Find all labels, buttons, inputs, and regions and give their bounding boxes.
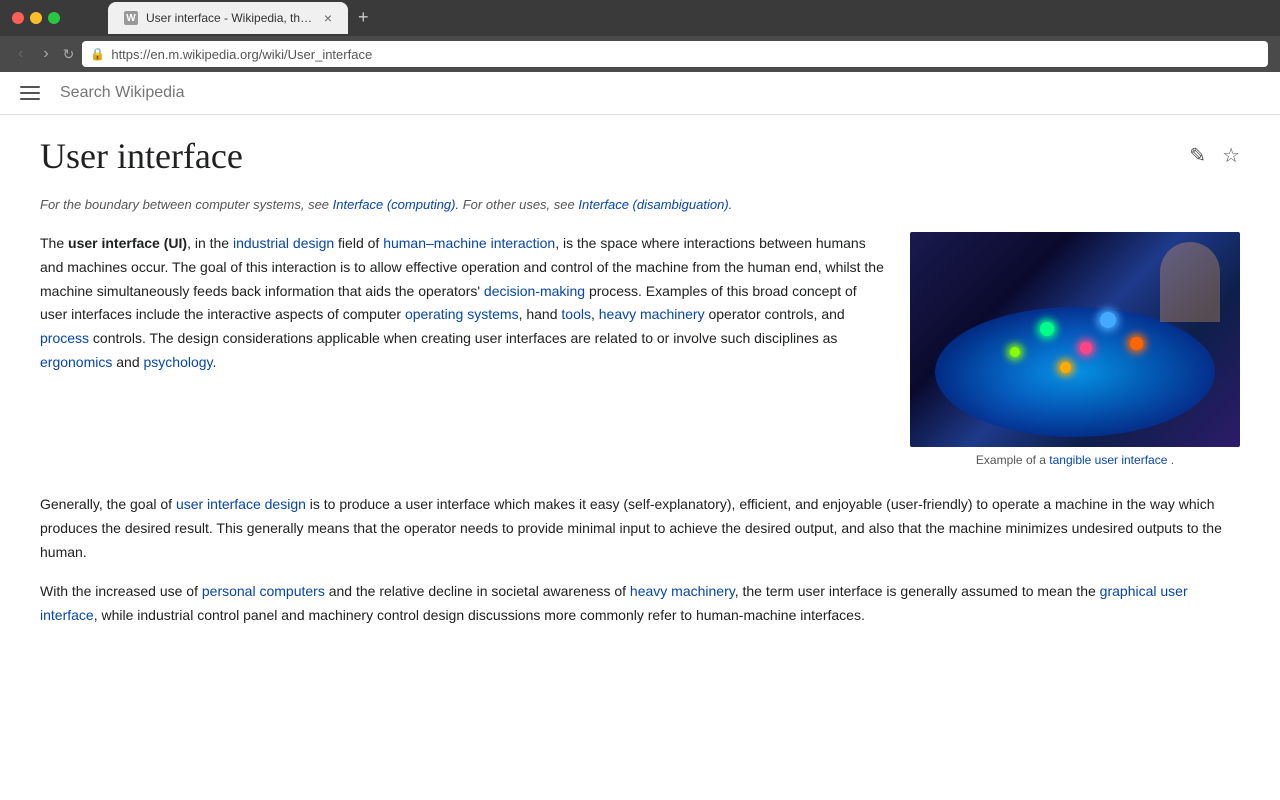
edit-button[interactable]: ✎ [1189,143,1206,168]
tab-favicon: W [124,11,138,25]
article-body-text: The user interface (UI), in the industri… [40,232,886,473]
page-title: User interface [40,135,243,177]
link-psychology[interactable]: psychology [144,354,213,370]
paragraph-3: With the increased use of personal compu… [40,580,1240,628]
refresh-button[interactable]: ↻ [63,46,75,63]
glow-dot-2 [1080,342,1092,354]
url-text: https://en.m.wikipedia.org/wiki/User_int… [111,47,372,62]
hatnote: For the boundary between computer system… [40,197,1240,212]
glow-dot-6 [1010,347,1020,357]
maximize-window-button[interactable] [48,12,60,24]
caption-text-before: Example of a [976,453,1049,467]
paragraph-2: Generally, the goal of user interface de… [40,493,1240,564]
table-glow [935,307,1215,437]
hamburger-line-2 [20,92,40,94]
tab-close-button[interactable]: × [324,10,332,26]
paragraph-1: The user interface (UI), in the industri… [40,232,886,375]
infobox: Example of a tangible user interface . [910,232,1240,473]
link-heavy-machinery-1[interactable]: heavy machinery [599,306,705,322]
link-personal-computers[interactable]: personal computers [202,583,325,599]
link-industrial-design[interactable]: industrial design [233,235,334,251]
infobox-image [910,232,1240,447]
link-operating-systems[interactable]: operating systems [405,306,519,322]
caption-text-after: . [1171,453,1174,467]
article-content: User interface ✎ ☆ For the boundary betw… [0,115,1280,684]
bookmark-button[interactable]: ☆ [1222,143,1240,168]
tab-title: User interface - Wikipedia, the... [146,11,316,25]
caption-link-tangible-ui[interactable]: tangible user interface [1049,453,1167,467]
close-window-button[interactable] [12,12,24,24]
traffic-lights [12,12,60,24]
page-title-row: User interface ✎ ☆ [40,135,1240,177]
title-bar: W User interface - Wikipedia, the... × + [0,0,1280,36]
menu-button[interactable] [20,86,40,100]
link-ergonomics[interactable]: ergonomics [40,354,112,370]
hamburger-line-3 [20,98,40,100]
main-section: The user interface (UI), in the industri… [40,232,1240,473]
hatnote-link-disambiguation[interactable]: Interface (disambiguation). [578,197,732,212]
page-actions: ✎ ☆ [1189,135,1240,168]
bold-term: user interface (UI) [68,235,187,251]
hatnote-text-2: For other uses, see [463,197,579,212]
wikipedia-page: User interface ✎ ☆ For the boundary betw… [0,72,1280,800]
hamburger-line-1 [20,86,40,88]
person-silhouette [1160,242,1220,322]
glow-dot-3 [1100,312,1116,328]
link-heavy-machinery-2[interactable]: heavy machinery [630,583,735,599]
link-ui-design[interactable]: user interface design [176,496,306,512]
url-bar[interactable]: 🔒 https://en.m.wikipedia.org/wiki/User_i… [82,41,1268,67]
browser-window: W User interface - Wikipedia, the... × +… [0,0,1280,800]
glow-dot-1 [1040,322,1054,336]
link-process[interactable]: process [40,330,89,346]
wiki-header [0,72,1280,115]
search-input[interactable] [60,84,1260,102]
link-decision-making[interactable]: decision-making [484,283,585,299]
security-lock-icon: 🔒 [90,47,105,61]
new-tab-button[interactable]: + [350,3,377,32]
glow-dot-4 [1060,362,1071,373]
minimize-window-button[interactable] [30,12,42,24]
hatnote-link-computing[interactable]: Interface (computing). [333,197,459,212]
glow-dot-5 [1130,337,1143,350]
back-button[interactable]: ‹ [12,43,29,65]
hatnote-text: For the boundary between computer system… [40,197,333,212]
link-hmi[interactable]: human–machine interaction [383,235,555,251]
forward-button[interactable]: › [37,43,54,65]
address-bar: ‹ › ↻ 🔒 https://en.m.wikipedia.org/wiki/… [0,36,1280,72]
browser-tab-active[interactable]: W User interface - Wikipedia, the... × [108,2,348,34]
link-tools[interactable]: tools [561,306,591,322]
infobox-caption: Example of a tangible user interface . [910,447,1240,473]
